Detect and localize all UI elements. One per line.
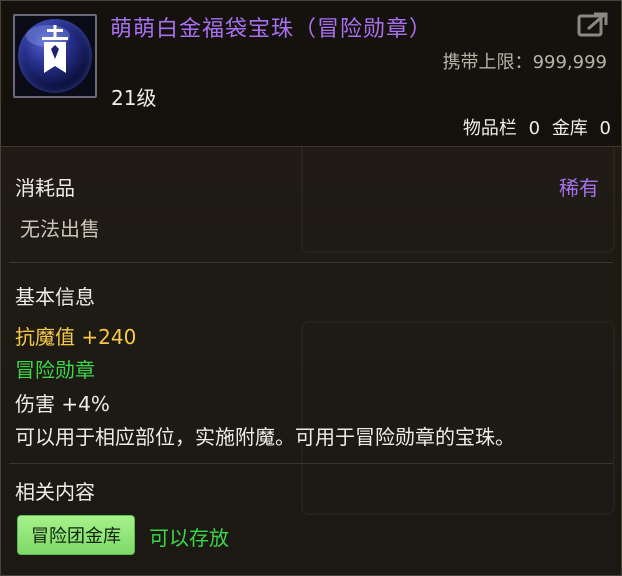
basic-info-title: 基本信息 <box>15 285 95 309</box>
storage-counts: 物品栏 0 金库 0 <box>457 114 611 140</box>
sell-status: 无法出售 <box>20 217 100 241</box>
damage-stat: 伤害 +4% <box>15 392 110 416</box>
item-tooltip: 萌萌白金福袋宝珠（冒险勋章） 携带上限：999,999 21级 物品栏 0 金库… <box>0 0 622 576</box>
related-title: 相关内容 <box>15 480 95 504</box>
item-type: 消耗品 <box>15 176 75 200</box>
item-description: 可以用于相应部位，实施附魔。可用于冒险勋章的宝珠。 <box>15 425 515 449</box>
item-name: 萌萌白金福袋宝珠（冒险勋章） <box>110 17 433 42</box>
inventory-label: 物品栏 <box>462 118 517 139</box>
inventory-count: 0 <box>528 118 541 139</box>
slot-type: 冒险勋章 <box>15 358 95 382</box>
background-watermark <box>301 321 615 515</box>
divider <box>9 262 613 263</box>
guild-bank-tag[interactable]: 冒险团金库 <box>17 515 135 555</box>
banner-orb-icon <box>18 19 92 93</box>
carry-limit-value: 999,999 <box>532 52 607 73</box>
item-icon-frame <box>13 14 97 98</box>
divider <box>9 463 613 464</box>
item-level: 21级 <box>111 86 157 110</box>
tooltip-header: 萌萌白金福袋宝珠（冒险勋章） 携带上限：999,999 21级 物品栏 0 金库… <box>1 1 621 147</box>
carry-limit: 携带上限：999,999 <box>443 48 607 74</box>
share-button[interactable] <box>576 11 610 39</box>
bank-count: 0 <box>599 118 611 139</box>
bank-label: 金库 <box>551 118 588 139</box>
tag-status: 可以存放 <box>149 526 229 550</box>
magic-resist-stat: 抗魔值 +240 <box>15 325 137 349</box>
share-icon <box>577 12 608 37</box>
carry-limit-label: 携带上限： <box>442 52 533 73</box>
item-rarity: 稀有 <box>559 176 599 200</box>
